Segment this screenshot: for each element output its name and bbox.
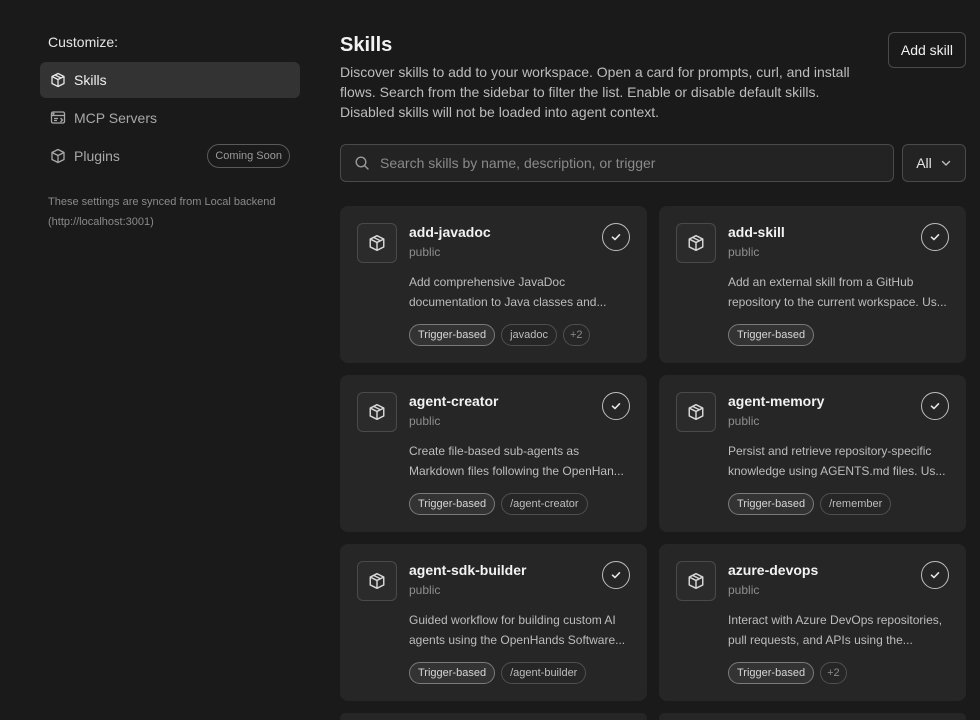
skill-description-line: knowledge using AGENTS.md files. Us...: [728, 464, 946, 478]
skill-tag: javadoc: [501, 324, 557, 346]
skill-card[interactable]: [340, 713, 647, 720]
skill-tag: Trigger-based: [728, 324, 815, 346]
cube-icon: [50, 72, 66, 88]
package-icon: [50, 148, 66, 164]
skill-description-line: Markdown files following the OpenHan...: [409, 464, 624, 478]
cube-icon: [676, 561, 716, 601]
skill-tags: Trigger-based javadoc +2: [409, 324, 590, 346]
filter-select[interactable]: All: [902, 144, 966, 182]
sidebar-nav: Skills MCP Servers Plugins Coming Soon: [40, 62, 300, 174]
search-input[interactable]: [380, 155, 893, 171]
coming-soon-badge: Coming Soon: [207, 144, 290, 168]
skill-description-line: agents using the OpenHands Software...: [409, 633, 626, 647]
skill-description: Persist and retrieve repository-specific…: [728, 441, 950, 481]
skill-card[interactable]: azure-devops public Interact with Azure De…: [659, 544, 966, 701]
page-description: Discover skills to add to your workspace…: [340, 64, 850, 120]
more-tags-badge: +2: [820, 662, 847, 684]
enable-toggle-check-icon[interactable]: [921, 223, 949, 251]
skill-description-line: Interact with Azure DevOps repositories,: [728, 613, 943, 627]
sidebar-item-label: Skills: [74, 72, 107, 88]
sidebar-item-plugins[interactable]: Plugins Coming Soon: [40, 138, 300, 174]
page-title: Skills: [340, 34, 393, 56]
more-tags-badge: +2: [563, 324, 590, 346]
sidebar-item-skills[interactable]: Skills: [40, 62, 300, 98]
skill-description: Create file-based sub-agents as Markdown …: [409, 441, 631, 481]
skill-description: Add an external skill from a GitHub repos…: [728, 272, 950, 312]
skill-tag: Trigger-based: [728, 493, 815, 515]
chevron-down-icon: [940, 157, 952, 169]
skill-tags: Trigger-based/remember: [728, 493, 892, 515]
skill-name: agent-sdk-builder: [409, 562, 527, 578]
skill-tag: Trigger-based: [409, 324, 496, 346]
sync-note-line: These settings are synced from Local bac…: [48, 196, 276, 208]
skill-tag: Trigger-based: [409, 493, 496, 515]
search-icon: [354, 155, 370, 171]
skill-name: agent-creator: [409, 393, 499, 409]
skill-tags: Trigger-based +2: [728, 662, 847, 684]
enable-toggle-check-icon[interactable]: [602, 223, 630, 251]
skill-description: Interact with Azure DevOps repositories,…: [728, 610, 950, 650]
skill-name: add-skill: [728, 224, 785, 240]
skill-card[interactable]: [659, 713, 966, 720]
skill-visibility: public: [728, 414, 760, 428]
enable-toggle-check-icon[interactable]: [602, 392, 630, 420]
skill-tag: Trigger-based: [409, 662, 496, 684]
skill-description-line: Create file-based sub-agents as: [409, 444, 580, 458]
skill-visibility: public: [728, 245, 760, 259]
sidebar-item-label: MCP Servers: [74, 110, 157, 126]
skill-description: Guided workflow for building custom AI ag…: [409, 610, 631, 650]
enable-toggle-check-icon[interactable]: [921, 561, 949, 589]
sync-note: These settings are synced from Local bac…: [48, 192, 300, 232]
main-content: Skills Discover skills to add to your wo…: [340, 32, 966, 720]
skill-tag: /agent-creator: [501, 493, 588, 515]
skill-description-line: Add comprehensive JavaDoc: [409, 275, 566, 289]
skill-name: azure-devops: [728, 562, 819, 578]
skill-visibility: public: [409, 583, 441, 597]
skill-tags: Trigger-based: [728, 324, 815, 346]
filter-value: All: [916, 155, 932, 171]
skill-tags: Trigger-based/agent-builder: [409, 662, 587, 684]
skill-description-line: documentation to Java classes and...: [409, 295, 607, 309]
search-row: All: [340, 144, 966, 182]
skill-description-line: pull requests, and APIs using the...: [728, 633, 913, 647]
skill-card[interactable]: agent-sdk-builder public Guided workflow f…: [340, 544, 647, 701]
sidebar-item-mcp-servers[interactable]: MCP Servers: [40, 100, 300, 136]
sync-note-url: (http://localhost:3001): [48, 216, 154, 228]
skill-tag: Trigger-based: [728, 662, 815, 684]
enable-toggle-check-icon[interactable]: [602, 561, 630, 589]
sidebar-item-label: Plugins: [74, 148, 120, 164]
skill-tag: /agent-builder: [501, 662, 587, 684]
server-icon: [50, 110, 66, 126]
skill-description-line: Persist and retrieve repository-specific: [728, 444, 932, 458]
skill-description-line: Add an external skill from a GitHub: [728, 275, 914, 289]
cube-icon: [676, 223, 716, 263]
sidebar: Customize: Skills MCP Servers Plugins Co…: [40, 32, 300, 232]
cube-icon: [676, 392, 716, 432]
sidebar-title: Customize:: [48, 34, 119, 50]
skill-visibility: public: [409, 245, 441, 259]
skill-card[interactable]: agent-creator public Create file-based sub…: [340, 375, 647, 532]
cube-icon: [357, 392, 397, 432]
search-field[interactable]: [340, 144, 894, 182]
skill-visibility: public: [728, 583, 760, 597]
skill-card[interactable]: agent-memory public Persist and retrieve r…: [659, 375, 966, 532]
skill-description: Add comprehensive JavaDoc documentation t…: [409, 272, 631, 312]
skill-name: agent-memory: [728, 393, 825, 409]
cube-icon: [357, 223, 397, 263]
skill-card[interactable]: add-skill public Add an external skill fro…: [659, 206, 966, 363]
skill-description-line: Guided workflow for building custom AI: [409, 613, 616, 627]
add-skill-button[interactable]: Add skill: [887, 32, 966, 68]
cube-icon: [357, 561, 397, 601]
skill-tags: Trigger-based/agent-creator: [409, 493, 588, 515]
enable-toggle-check-icon[interactable]: [921, 392, 949, 420]
skill-visibility: public: [409, 414, 441, 428]
skill-name: add-javadoc: [409, 224, 491, 240]
skill-description-line: repository to the current workspace. Us.…: [728, 295, 947, 309]
skill-tag: /remember: [820, 493, 892, 515]
skill-card[interactable]: add-javadoc public Add comprehensive JavaD…: [340, 206, 647, 363]
